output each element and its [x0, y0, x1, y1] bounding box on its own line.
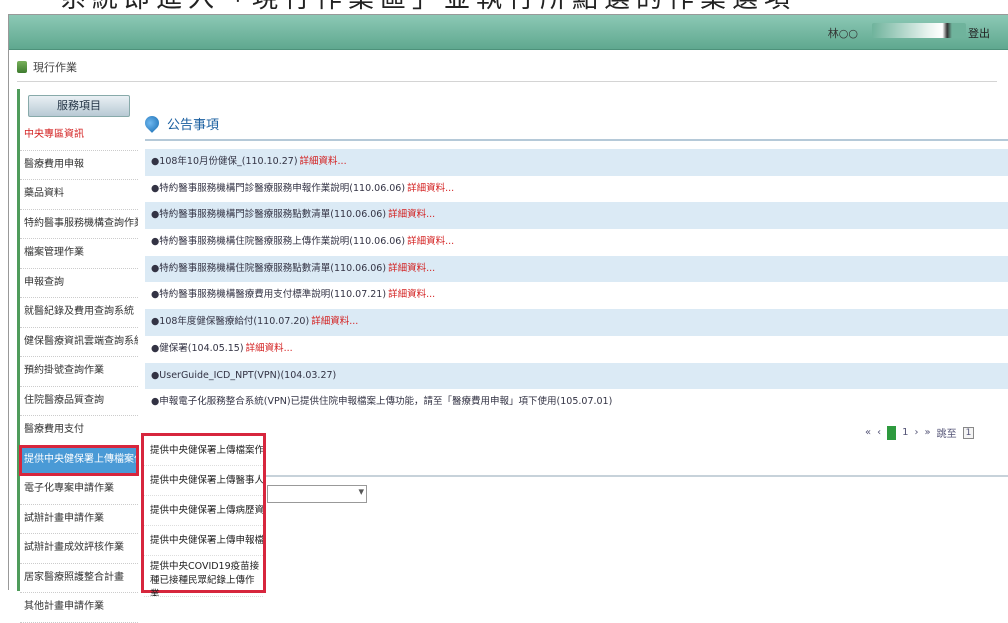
announcement-text: ●特約醫事服務機構醫療費用支付標準說明(110.07.21) [151, 289, 387, 301]
sidebar-item[interactable]: 電子化專案申請作業 [20, 475, 138, 505]
announcement-row[interactable]: ●特約醫事服務機構住院醫療服務上傳作業說明(110.06.06) 詳細資料... [145, 229, 1008, 256]
announcement-text: ●特約醫事服務機構住院醫療服務上傳作業說明(110.06.06) [151, 236, 406, 248]
announcement-text: ●特約醫事服務機構住院醫療服務點數清單(110.06.06) [151, 262, 387, 274]
pagination: « ‹ 1 › » 跳至 1 [865, 425, 975, 440]
more-link[interactable]: 詳細資料... [246, 343, 293, 354]
more-link[interactable]: 詳細資料... [388, 263, 435, 274]
announcement-row[interactable]: ●特約醫事服務機構醫療費用支付標準說明(110.07.21) 詳細資料... [145, 282, 1008, 309]
sidebar-item[interactable]: 中央專區資訊 [20, 121, 138, 151]
logout-button[interactable]: 登出 [968, 25, 990, 41]
announcement-text: ●特約醫事服務機構門診醫療服務申報作業說明(110.06.06) [151, 182, 406, 194]
sidebar-item[interactable]: 提供中央健保署上傳檔案作業 [19, 444, 139, 476]
divider [249, 475, 1008, 477]
announcement-row[interactable]: ●特約醫事服務機構門診醫療服務點數清單(110.06.06) 詳細資料... [145, 202, 1008, 230]
announcement-title: 公告事項 [167, 117, 220, 133]
sidebar-item[interactable]: 試辦計畫申請作業 [20, 505, 138, 534]
sidebar-item[interactable]: 預約掛號查詢作業 [20, 357, 138, 387]
submenu-item[interactable]: 提供中央COVID19疫苗接種已接種民眾紀錄上傳作業 [144, 556, 263, 597]
page-jump-select[interactable]: 1 [962, 426, 975, 439]
announcement-row[interactable]: ●108年10月份健保_(110.10.27) 詳細資料... [145, 149, 1008, 176]
page-jump-label: 跳至 [936, 429, 957, 440]
announcement-text: ●健保署(104.05.15) [151, 342, 244, 354]
sidebar-list: 中央專區資訊 醫療費用申報 藥品資料 特約醫事服務機構查詢作業 檔案管理作業 申報查詢 就醫… [19, 121, 139, 623]
sidebar-item[interactable]: 醫療費用支付 [20, 416, 138, 446]
sidebar-item[interactable]: 試辦計畫成效評核作業 [20, 534, 138, 564]
announcement-text: ●108年10月份健保_(110.10.27) [151, 156, 298, 167]
first-page-button[interactable]: « [865, 427, 871, 438]
filter-select[interactable] [267, 485, 367, 503]
announcement-list: ●108年10月份健保_(110.10.27) 詳細資料... ●特約醫事服務機構門… [145, 149, 1008, 416]
next-page-button[interactable]: › [915, 427, 919, 438]
announcement-header: 公告事項 [142, 111, 1008, 135]
sidebar-item[interactable]: 就醫紀錄及費用查詢系統 [20, 298, 138, 328]
submenu-item[interactable]: 提供中央健保署上傳檔案作業 [144, 436, 263, 466]
announcement-text: ●特約醫事服務機構門診醫療服務點數清單(110.06.06) [151, 209, 387, 221]
page-caption: 一系統即進入「現行作業區」並執行所點選的作業選項 [0, 0, 1008, 14]
submenu-popup: 提供中央健保署上傳檔案作業 提供中央健保署上傳醫事人員 提供中央健保署上傳病歷資料提… [141, 433, 266, 597]
sidebar-item[interactable]: 檔案管理作業 [20, 239, 138, 269]
divider [17, 81, 997, 82]
home-icon [17, 61, 27, 73]
sidebar-item[interactable]: 醫療費用申報 [20, 151, 138, 180]
sidebar-item[interactable]: 其他計畫申請作業 [20, 593, 138, 623]
current-page-indicator[interactable] [887, 425, 897, 440]
more-link[interactable]: 詳細資料... [388, 289, 435, 300]
more-link[interactable]: 詳細資料... [311, 316, 358, 327]
account-field[interactable] [872, 23, 966, 38]
announcement-row[interactable]: ●特約醫事服務機構住院醫療服務點數清單(110.06.06) 詳細資料... [145, 255, 1008, 283]
submenu-item[interactable]: 提供中央健保署上傳病歷資料 [144, 496, 263, 526]
announcement-row[interactable]: ●UserGuide_ICD_NPT(VPN)(104.03.27) [145, 362, 1008, 390]
divider [145, 139, 1008, 141]
submenu-item[interactable]: 提供中央健保署上傳申報檔案 [144, 526, 263, 556]
announcement-row[interactable]: ●108年度健保醫療給付(110.07.20) 詳細資料... [145, 309, 1008, 336]
user-label: 林○○ [827, 27, 858, 40]
last-page-button[interactable]: » [925, 427, 931, 438]
more-link[interactable]: 詳細資料... [407, 183, 454, 194]
page-number[interactable]: 1 [902, 427, 908, 438]
sidebar-item[interactable]: 申報查詢 [20, 269, 138, 298]
announcement-row[interactable]: ●申報電子化服務整合系統(VPN)已提供住院申報檔案上傳功能，請至「醫療費用申報… [145, 389, 1008, 416]
top-bar: 林○○ 登出 [9, 15, 1008, 50]
more-link[interactable]: 詳細資料... [388, 209, 435, 220]
breadcrumb-label: 現行作業 [33, 61, 77, 74]
pin-icon [142, 113, 162, 133]
more-link[interactable]: 詳細資料... [407, 236, 454, 247]
sidebar: 服務項目 中央專區資訊 醫療費用申報 藥品資料 特約醫事服務機構查詢作業 檔案管理作業申… [17, 89, 139, 623]
sidebar-item[interactable]: 特約醫事服務機構查詢作業 [20, 210, 138, 239]
announcement-row[interactable]: ●特約醫事服務機構門診醫療服務申報作業說明(110.06.06) 詳細資料... [145, 176, 1008, 203]
announcement-text: ●108年度健保醫療給付(110.07.20) [151, 316, 310, 328]
announcement-panel: 公告事項 ●108年10月份健保_(110.10.27) 詳細資料... ●特約醫事… [142, 111, 1008, 416]
announcement-text: ●UserGuide_ICD_NPT(VPN)(104.03.27) [151, 369, 337, 381]
sidebar-item[interactable]: 住院醫療品質查詢 [20, 387, 138, 416]
app-window: 林○○ 登出 現行作業 服務項目 中央專區資訊 醫療費用申報 藥品資料 特約醫事服務機… [8, 14, 1008, 623]
sidebar-header[interactable]: 服務項目 [28, 95, 130, 117]
prev-page-button[interactable]: ‹ [877, 427, 881, 438]
sidebar-item[interactable]: 居家醫療照護整合計畫 [20, 564, 138, 593]
announcement-row[interactable]: ●健保署(104.05.15) 詳細資料... [145, 336, 1008, 363]
breadcrumb: 現行作業 [17, 59, 77, 75]
announcement-text: ●申報電子化服務整合系統(VPN)已提供住院申報檔案上傳功能，請至「醫療費用申報… [151, 396, 613, 408]
more-link[interactable]: 詳細資料... [300, 156, 347, 167]
sidebar-item[interactable]: 藥品資料 [20, 180, 138, 210]
submenu-item[interactable]: 提供中央健保署上傳醫事人員 [144, 466, 263, 496]
sidebar-item[interactable]: 健保醫療資訊雲端查詢系統 [20, 328, 138, 357]
